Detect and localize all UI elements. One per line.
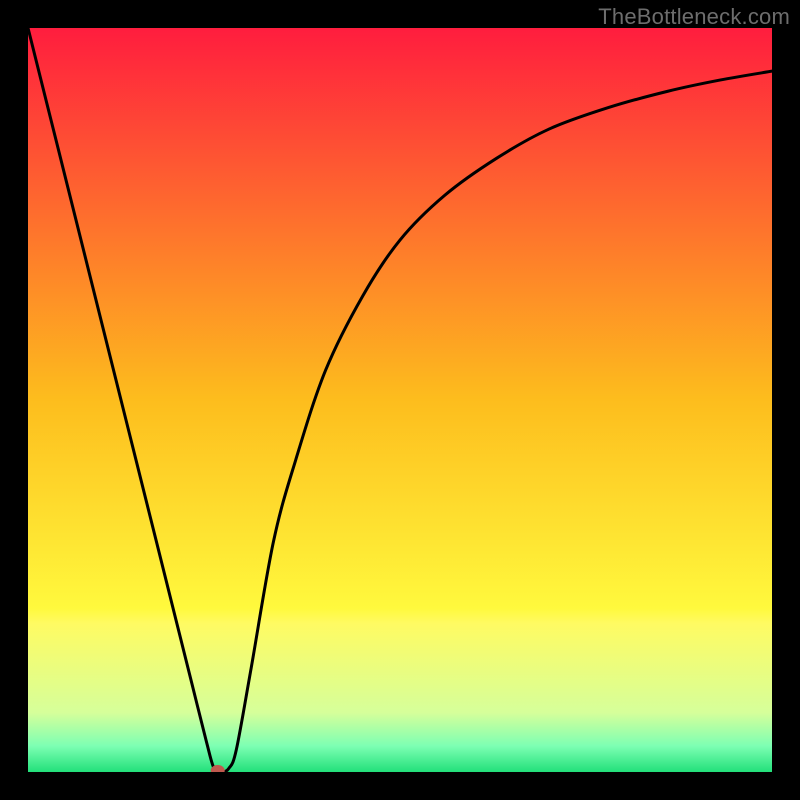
watermark-text: TheBottleneck.com — [598, 4, 790, 30]
chart-canvas — [28, 28, 772, 772]
chart-frame — [28, 28, 772, 772]
chart-background — [28, 28, 772, 772]
